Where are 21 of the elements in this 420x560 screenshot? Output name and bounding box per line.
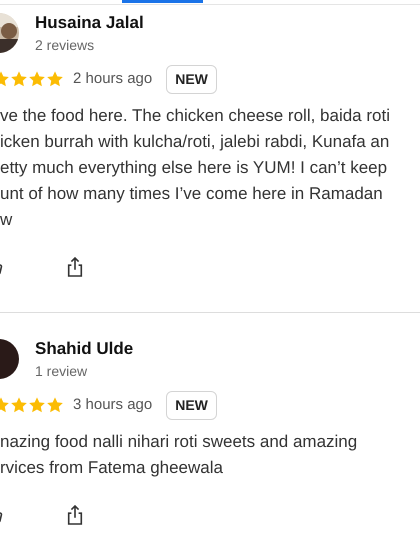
review-text: rvices from Fatema gheewala [0,457,224,479]
review-count: 1 review [35,362,88,381]
share-icon[interactable] [66,504,84,526]
review-time: 3 hours ago [73,394,152,415]
review-text: ve the food here. The chicken cheese roll, baida roti [0,105,391,127]
star-icon [28,396,46,414]
review-text: unt of how many times I’ve come here in Ramadan [0,183,384,205]
reviewer-name[interactable]: Husaina Jalal [35,11,144,35]
new-badge: NEW [166,390,217,420]
review-text: icken burrah with kulcha/roti, jalebi rabdi, Kunafa an [0,131,390,153]
review-count: 2 reviews [35,36,96,55]
review-text: w [0,209,14,231]
share-icon[interactable] [66,256,84,278]
star-icon [46,70,64,88]
review-text: etty much everything else here is YUM! I can’t keep [0,157,388,179]
reviewer-name[interactable]: Shahid Ulde [35,337,134,361]
review-time: 2 hours ago [73,68,152,89]
review-text: nazing food nalli nihari roti sweets and amazing [0,431,358,453]
star-icon [46,396,64,414]
star-icon [28,70,46,88]
new-badge: NEW [166,64,217,94]
